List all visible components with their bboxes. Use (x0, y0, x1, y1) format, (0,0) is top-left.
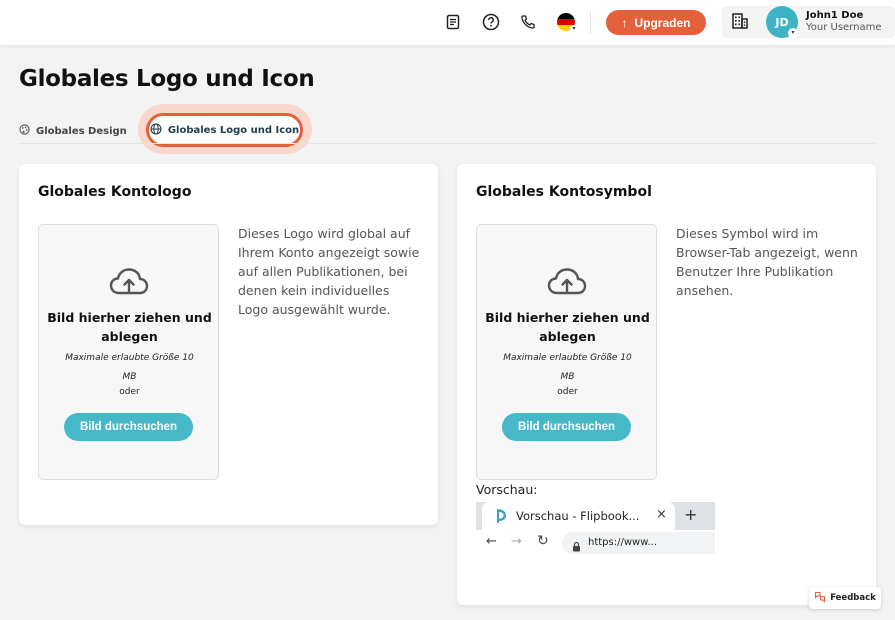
logo-dropzone[interactable]: Bild hierher ziehen und ablegen Maximale… (38, 224, 219, 480)
card-title: Globales Kontosymbol (476, 184, 652, 200)
reload-icon: ↻ (537, 533, 549, 549)
user-name: John1 Doe (806, 10, 864, 21)
or-text: oder (557, 387, 578, 397)
arrow-right-icon: → (511, 534, 522, 549)
preview-label: Vorschau: (476, 482, 538, 497)
max-size-text: Maximale erlaubte Größe 10 MB (503, 353, 632, 382)
lock-icon (572, 537, 581, 556)
cloud-upload-icon (547, 267, 587, 301)
icon-description: Dieses Symbol wird im Browser-Tab angeze… (676, 226, 858, 298)
address-bar: https://www... (562, 532, 715, 554)
browse-button[interactable]: Bild durchsuchen (502, 413, 631, 441)
dropzone-title: Bild hierher ziehen und ablegen (47, 310, 212, 344)
tab-globales-design[interactable]: Globales Design (19, 124, 127, 138)
feedback-label: Feedback (830, 593, 876, 603)
logo-description: Dieses Logo wird global auf Ihrem Konto … (238, 226, 420, 317)
cloud-upload-icon (109, 267, 149, 301)
browser-tab: Vorschau - Flipbook... × (482, 502, 675, 530)
icon-dropzone[interactable]: Bild hierher ziehen und ablegen Maximale… (476, 224, 657, 480)
dropzone-title: Bild hierher ziehen und ablegen (485, 310, 650, 344)
flipbook-favicon-icon (494, 508, 508, 528)
phone-icon[interactable] (517, 11, 539, 33)
tab-divider (19, 143, 875, 144)
globe-icon (150, 122, 162, 138)
top-bar: ▾ ↑ Upgraden JD ▾ John1 Doe Your Usernam… (0, 0, 895, 45)
logo-card: Globales Kontologo Bild hierher ziehen u… (19, 164, 438, 525)
tab-globales-logo-und-icon[interactable]: Globales Logo und Icon (146, 113, 303, 147)
tab-label: Globales Logo und Icon (167, 124, 300, 136)
building-icon[interactable] (731, 12, 749, 34)
arrow-left-icon: ← (486, 534, 497, 549)
upgrade-button[interactable]: ↑ Upgraden (606, 10, 706, 35)
or-text: oder (119, 387, 140, 397)
browser-navbar: ← → ↻ https://www... (476, 530, 715, 557)
close-icon: × (656, 507, 667, 522)
chevron-down-icon: ▾ (788, 28, 798, 38)
browse-button[interactable]: Bild durchsuchen (64, 413, 193, 441)
max-size-text: Maximale erlaubte Größe 10 MB (65, 353, 194, 382)
url-text: https://www... (588, 537, 657, 548)
divider (590, 12, 591, 34)
browser-tab-title: Vorschau - Flipbook... (516, 509, 640, 523)
upgrade-label: Upgraden (634, 15, 691, 30)
new-tab-icon: + (684, 505, 698, 524)
browser-tab-preview: Vorschau - Flipbook... × + ← → ↻ https:/… (476, 502, 715, 557)
feedback-icon (814, 591, 826, 606)
card-title: Globales Kontologo (38, 184, 192, 200)
help-icon[interactable] (480, 11, 502, 33)
page-title: Globales Logo und Icon (19, 66, 315, 92)
arrow-up-icon: ↑ (621, 15, 628, 30)
tab-label: Globales Design (36, 125, 127, 137)
icon-card: Globales Kontosymbol Bild hierher ziehen… (457, 164, 876, 605)
palette-icon (19, 124, 30, 138)
feedback-button[interactable]: Feedback (809, 587, 881, 609)
document-icon[interactable] (442, 11, 464, 33)
chevron-down-icon: ▾ (570, 25, 578, 33)
user-username: Your Username (806, 22, 882, 33)
